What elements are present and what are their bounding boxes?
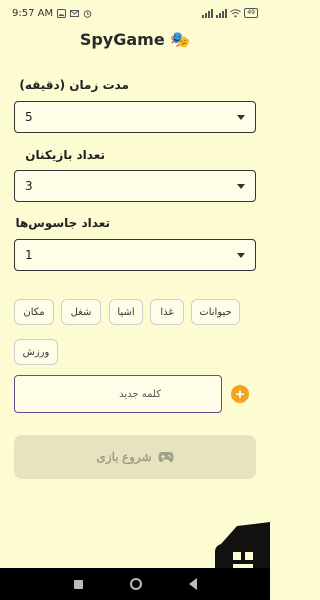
battery-icon: 49	[244, 8, 258, 18]
status-bar: 9:57 AM 49	[0, 0, 270, 26]
duration-label: مدت زمان (دقیقه)	[19, 78, 129, 92]
category-chip-objects[interactable]: اشیا	[109, 299, 143, 325]
navigation-bar	[0, 568, 270, 600]
recent-apps-icon[interactable]	[73, 579, 83, 589]
spies-label: تعداد جاسوس‌ها	[15, 216, 110, 230]
players-value: 3	[25, 179, 33, 193]
photo-icon	[57, 8, 67, 18]
mail-icon	[70, 9, 80, 17]
status-time: 9:57 AM	[12, 7, 54, 19]
alarm-icon	[83, 9, 92, 18]
wifi-icon	[230, 8, 242, 17]
start-game-button[interactable]: شروع بازی	[14, 435, 256, 479]
duration-value: 5	[25, 110, 33, 124]
add-word-button[interactable]: +	[231, 385, 249, 403]
app-title: SpyGame 🎭	[0, 30, 270, 49]
category-chip-animals[interactable]: حیوانات	[191, 299, 240, 325]
chevron-down-icon	[237, 252, 245, 258]
app-title-text: SpyGame	[79, 30, 165, 49]
chevron-down-icon	[237, 183, 245, 189]
players-label: تعداد بازیکنان	[25, 148, 105, 162]
players-select[interactable]: 3	[14, 170, 256, 202]
category-chip-place[interactable]: مکان	[14, 299, 54, 325]
spies-select[interactable]: 1	[14, 239, 256, 271]
new-word-input[interactable]	[14, 375, 222, 413]
theater-masks-icon: 🎭	[170, 30, 191, 49]
start-game-label: شروع بازی	[96, 450, 152, 464]
signal-icon	[202, 8, 214, 18]
chevron-down-icon	[237, 114, 245, 120]
category-chip-sport[interactable]: ورزش	[14, 339, 58, 365]
spies-value: 1	[25, 248, 33, 262]
category-chip-job[interactable]: شغل	[61, 299, 101, 325]
category-chip-food[interactable]: غذا	[150, 299, 184, 325]
signal-icon-2	[216, 8, 228, 18]
plus-icon: +	[235, 385, 245, 403]
gamepad-icon	[158, 452, 174, 462]
home-icon[interactable]	[129, 578, 142, 590]
duration-select[interactable]: 5	[14, 101, 256, 133]
back-icon[interactable]	[188, 578, 197, 590]
